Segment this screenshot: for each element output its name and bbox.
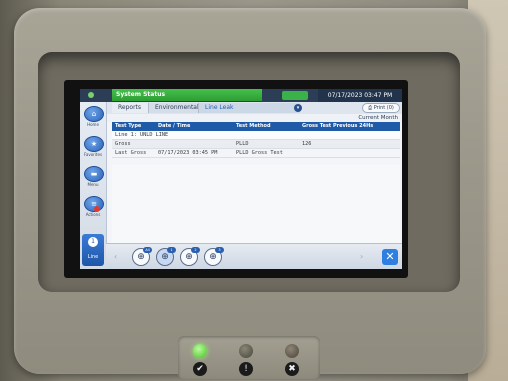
breadcrumb-reports[interactable]: Reports	[112, 103, 150, 113]
col-date-time: Date / Time	[158, 123, 191, 129]
cell-test-method: PLLD Gross Test	[236, 150, 283, 156]
nav-label-actions: Actions	[85, 212, 101, 217]
home-icon: ⌂	[91, 110, 97, 118]
period-selector[interactable]: Current Month	[358, 114, 398, 122]
close-button[interactable]: ✕	[382, 249, 398, 265]
indicator-panel: ✔ ! ✖	[178, 336, 320, 380]
print-label: Print (0)	[373, 105, 394, 111]
chevron-right-icon[interactable]: ›	[360, 252, 363, 261]
gauge-2-button[interactable]: ⊕ 2	[180, 247, 200, 266]
period-bar: Current Month	[106, 114, 402, 122]
bottom-toolbar: ‹ ⊕ All ⊕ 1 ⊕ 2 ⊕ 3 › ✕	[106, 243, 402, 269]
exclamation-icon: !	[239, 362, 253, 376]
gauge-tag: 1	[167, 247, 176, 253]
print-button[interactable]: ⎙ Print (0)	[362, 103, 400, 113]
menu-icon: ▬	[90, 170, 98, 178]
col-test-type: Test Type	[115, 123, 142, 129]
cell-test-method: PLLD	[236, 141, 249, 147]
group-label: Line 1: UNLD LINE	[115, 132, 169, 138]
line-label: Line	[87, 254, 99, 260]
cell-gross-test: 126	[302, 141, 312, 147]
col-gross-test: Gross Test Previous 24Hs	[302, 123, 374, 129]
status-header: System Status 07/17/2023 03:47 PM	[80, 89, 402, 102]
gauge-1-button[interactable]: ⊕ 1	[156, 247, 176, 266]
favorites-button[interactable]: ★	[84, 136, 104, 152]
power-led	[193, 344, 207, 358]
table-row[interactable]: Gross PLLD 126	[112, 140, 400, 149]
gauge-3-button[interactable]: ⊕ 3	[204, 247, 224, 266]
cell-date-time: 07/17/2023 03:45 PM	[158, 150, 218, 156]
menu-button[interactable]: ▬	[84, 166, 104, 182]
gauge-tag: 2	[191, 247, 200, 253]
table-header: Test Type Date / Time Test Method Gross …	[112, 122, 400, 131]
status-badge	[282, 91, 308, 100]
check-icon: ✔	[193, 362, 207, 376]
breadcrumb-line-leak[interactable]: Line Leak	[198, 103, 300, 113]
home-button[interactable]: ⌂	[84, 106, 104, 122]
close-icon: ✕	[385, 250, 395, 263]
chevron-down-icon[interactable]: ▾	[294, 104, 302, 112]
nav-label-home: Home	[87, 122, 99, 127]
star-icon: ★	[90, 140, 98, 148]
x-icon: ✖	[285, 362, 299, 376]
breadcrumb-environmental[interactable]: Environmental	[148, 103, 200, 113]
gauge-tag: 3	[215, 247, 224, 253]
line-leak-table: Test Type Date / Time Test Method Gross …	[112, 122, 400, 158]
col-test-method: Test Method	[236, 123, 271, 129]
touchscreen: System Status 07/17/2023 03:47 PM Report…	[80, 89, 402, 269]
gauge-tag: All	[143, 247, 152, 253]
system-status-title[interactable]: System Status	[112, 89, 262, 101]
left-nav: ⌂ Home ★ Favorites ▬ Menu ≡ Actions 1 Li…	[80, 102, 107, 269]
gauge-all-button[interactable]: ⊕ All	[132, 247, 152, 266]
status-indicator-icon	[88, 92, 94, 98]
table-row[interactable]: Last Gross 07/17/2023 03:45 PM PLLD Gros…	[112, 149, 400, 158]
line-selector[interactable]: 1 Line	[82, 234, 104, 266]
table-empty-area	[112, 165, 400, 243]
alarm-led	[285, 344, 299, 358]
line-number: 1	[88, 237, 98, 247]
table-group-row[interactable]: Line 1: UNLD LINE	[112, 131, 400, 140]
chevron-left-icon[interactable]: ‹	[114, 252, 117, 261]
cell-test-type: Gross	[115, 141, 131, 147]
nav-label-favorites: Favorites	[83, 152, 103, 157]
cell-test-type: Last Gross	[115, 150, 147, 156]
header-datetime: 07/17/2023 03:47 PM	[318, 89, 402, 102]
warning-led	[239, 344, 253, 358]
nav-label-menu: Menu	[87, 182, 99, 187]
